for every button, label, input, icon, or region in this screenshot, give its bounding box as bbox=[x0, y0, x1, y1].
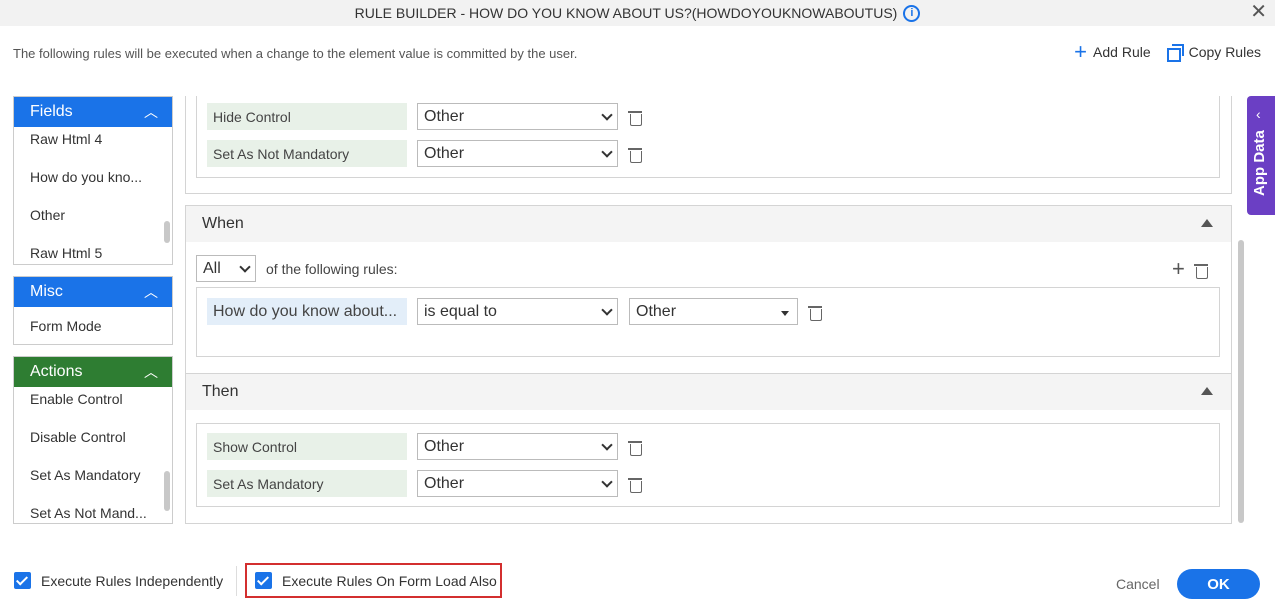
fields-scrollbar[interactable] bbox=[164, 221, 170, 243]
select-value: Other bbox=[636, 302, 677, 320]
sidebar-item-set-as-mandatory[interactable]: Set As Mandatory bbox=[14, 456, 172, 494]
app-data-tab[interactable]: ‹ App Data bbox=[1247, 96, 1275, 215]
when-title: When bbox=[202, 215, 244, 232]
app-data-label: App Data bbox=[1251, 130, 1268, 196]
collapse-triangle-icon bbox=[1201, 219, 1213, 227]
trash-icon[interactable] bbox=[1194, 262, 1208, 279]
chevron-down-icon bbox=[239, 261, 251, 273]
chevron-down-icon bbox=[601, 439, 613, 451]
misc-panel: Misc ︿ Form Mode bbox=[13, 276, 173, 345]
rule-editor: Hide Control Other Set As Not Mandatory … bbox=[185, 96, 1232, 524]
action-target-select[interactable]: Other bbox=[417, 103, 618, 130]
condition-field-tag: How do you know about... bbox=[207, 298, 407, 325]
sidebar-item-enable-control[interactable]: Enable Control bbox=[14, 380, 172, 418]
chevron-down-icon bbox=[601, 109, 613, 121]
fields-panel: Fields ︿ Raw Html 4 How do you kno... Ot… bbox=[13, 96, 173, 265]
chevron-down-icon bbox=[601, 146, 613, 158]
chevron-up-icon: ︿ bbox=[144, 104, 158, 120]
actions-panel-title: Actions bbox=[30, 363, 83, 380]
cancel-button[interactable]: Cancel bbox=[1116, 576, 1160, 592]
trash-icon[interactable] bbox=[628, 476, 642, 493]
add-rule-button[interactable]: + Add Rule bbox=[1074, 39, 1151, 64]
action-target-select[interactable]: Other bbox=[417, 470, 618, 497]
action-row: Set As Mandatory Other bbox=[207, 470, 642, 497]
then-title: Then bbox=[202, 383, 239, 400]
trash-icon[interactable] bbox=[628, 146, 642, 163]
action-target-select[interactable]: Other bbox=[417, 140, 618, 167]
collapse-triangle-icon bbox=[1201, 387, 1213, 395]
select-value: Other bbox=[424, 437, 465, 455]
execute-on-load-label: Execute Rules On Form Load Also bbox=[282, 572, 497, 589]
select-value: is equal to bbox=[424, 302, 497, 320]
plus-icon: + bbox=[1074, 39, 1088, 64]
select-value: All bbox=[203, 259, 221, 277]
fields-panel-title: Fields bbox=[30, 103, 73, 120]
dialog-title-bar: RULE BUILDER - HOW DO YOU KNOW ABOUT US?… bbox=[0, 0, 1275, 26]
dialog-subtitle: The following rules will be executed whe… bbox=[13, 46, 578, 61]
action-tag: Hide Control bbox=[207, 103, 407, 130]
quantifier-row: All of the following rules: bbox=[196, 255, 398, 282]
action-row: Hide Control Other bbox=[207, 103, 642, 130]
trash-icon[interactable] bbox=[628, 109, 642, 126]
then-section-header[interactable]: Then bbox=[185, 373, 1232, 411]
info-icon[interactable]: i bbox=[903, 4, 921, 22]
action-tag: Set As Mandatory bbox=[207, 470, 407, 497]
add-rule-label: Add Rule bbox=[1093, 44, 1151, 60]
sidebar-item-form-mode[interactable]: Form Mode bbox=[14, 307, 172, 344]
trash-icon[interactable] bbox=[628, 439, 642, 456]
action-row: Set As Not Mandatory Other bbox=[207, 140, 642, 167]
select-value: Other bbox=[424, 474, 465, 492]
execute-independently-checkbox[interactable] bbox=[14, 572, 31, 589]
footer-divider bbox=[236, 566, 237, 596]
condition-row: How do you know about... is equal to Oth… bbox=[207, 298, 822, 325]
close-icon[interactable]: ✕ bbox=[1250, 2, 1267, 22]
chevron-down-icon bbox=[601, 476, 613, 488]
trash-icon[interactable] bbox=[808, 304, 822, 321]
sidebar-item-set-as-not-mandatory[interactable]: Set As Not Mand... bbox=[14, 494, 172, 523]
main-scrollbar[interactable] bbox=[1238, 240, 1244, 523]
copy-rules-button[interactable]: Copy Rules bbox=[1166, 44, 1261, 62]
sidebar-item-other[interactable]: Other bbox=[14, 196, 172, 234]
copy-icon bbox=[1166, 44, 1184, 62]
chevron-up-icon: ︿ bbox=[144, 364, 158, 380]
sidebar-item-raw-html-5[interactable]: Raw Html 5 bbox=[14, 234, 172, 264]
select-value: Other bbox=[424, 144, 465, 162]
condition-operator-select[interactable]: is equal to bbox=[417, 298, 618, 325]
sidebar-item-raw-html-4[interactable]: Raw Html 4 bbox=[14, 120, 172, 158]
misc-panel-header[interactable]: Misc ︿ bbox=[14, 277, 172, 307]
dialog-title: RULE BUILDER - HOW DO YOU KNOW ABOUT US?… bbox=[354, 5, 898, 21]
condition-value-select[interactable]: Other bbox=[629, 298, 798, 325]
when-section-header[interactable]: When bbox=[185, 205, 1232, 243]
chevron-down-icon bbox=[601, 304, 613, 316]
add-condition-icon[interactable]: + bbox=[1172, 256, 1185, 282]
execute-independently-label: Execute Rules Independently bbox=[41, 572, 224, 589]
execute-on-load-checkbox[interactable] bbox=[255, 572, 272, 589]
action-tag: Show Control bbox=[207, 433, 407, 460]
top-links: + Add Rule Copy Rules bbox=[1074, 39, 1261, 64]
sidebar-item-how-do-you-know[interactable]: How do you kno... bbox=[14, 158, 172, 196]
chevron-left-icon: ‹ bbox=[1256, 106, 1261, 122]
chevron-up-icon: ︿ bbox=[144, 284, 158, 300]
copy-rules-label: Copy Rules bbox=[1188, 44, 1261, 60]
quantifier-suffix: of the following rules: bbox=[266, 260, 398, 277]
action-row: Show Control Other bbox=[207, 433, 642, 460]
execute-on-load-option[interactable]: Execute Rules On Form Load Also bbox=[255, 572, 497, 589]
quantifier-select[interactable]: All bbox=[196, 255, 256, 282]
select-value: Other bbox=[424, 107, 465, 125]
caret-down-icon bbox=[781, 311, 789, 316]
action-target-select[interactable]: Other bbox=[417, 433, 618, 460]
execute-independently-option[interactable]: Execute Rules Independently bbox=[14, 572, 223, 589]
actions-panel: Actions ︿ Enable Control Disable Control… bbox=[13, 356, 173, 524]
ok-button[interactable]: OK bbox=[1177, 569, 1260, 599]
misc-panel-title: Misc bbox=[30, 283, 63, 300]
action-tag: Set As Not Mandatory bbox=[207, 140, 407, 167]
actions-scrollbar[interactable] bbox=[164, 471, 170, 511]
sidebar-item-disable-control[interactable]: Disable Control bbox=[14, 418, 172, 456]
